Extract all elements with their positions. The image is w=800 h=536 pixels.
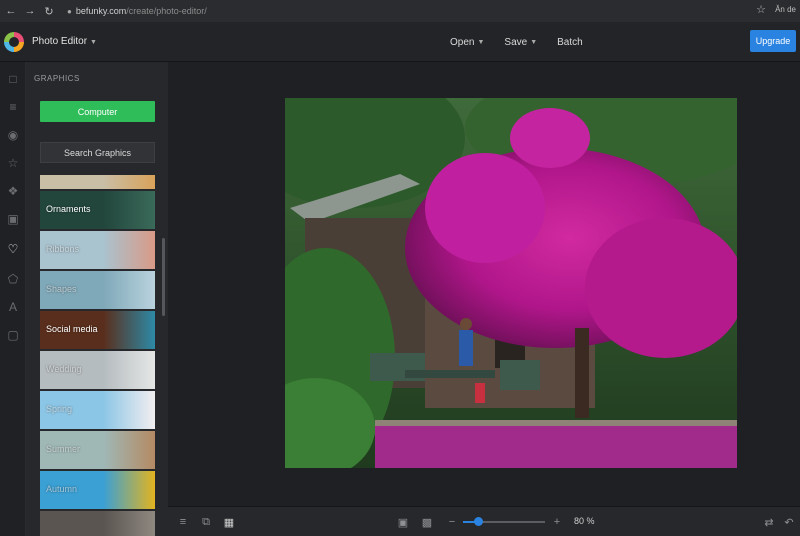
zoom-in-icon[interactable]: + [550, 515, 564, 529]
url-path: /create/photo-editor/ [126, 6, 207, 16]
heart-icon[interactable]: ♡ [6, 242, 20, 256]
text-icon[interactable]: A [6, 300, 20, 314]
batch-label: Batch [557, 36, 583, 48]
graphics-category[interactable]: Wedding [40, 351, 155, 389]
panel-scrollbar[interactable] [162, 238, 165, 316]
repeat-icon[interactable]: ⇄ [762, 515, 776, 529]
graphics-category[interactable] [40, 511, 155, 536]
graphics-category-label: Social media [46, 324, 98, 334]
befunky-logo-icon[interactable] [4, 31, 24, 52]
texture-icon[interactable]: ▣ [6, 212, 20, 226]
graphics-category-label: Autumn [46, 484, 78, 494]
graphics-panel: GRAPHICS Computer Search Graphics Orname… [26, 62, 168, 536]
panel-title: GRAPHICS [34, 74, 80, 83]
reload-icon[interactable]: ↻ [41, 3, 57, 19]
batch-menu[interactable]: Batch [557, 37, 583, 48]
open-label: Open [450, 36, 475, 48]
chevron-down-icon: ▼ [530, 38, 538, 46]
graphics-category-label: Wedding [46, 364, 82, 374]
top-menu: Open ▼ Save ▼ Batch [450, 22, 583, 62]
chevron-down-icon: ▼ [90, 39, 97, 46]
shape-icon[interactable]: ⬠ [6, 272, 20, 286]
zoom-slider[interactable] [463, 517, 545, 526]
app-title-dropdown[interactable]: Photo Editor ▼ [32, 36, 97, 47]
back-arrow-icon[interactable]: ← [3, 3, 19, 19]
photo-artwork [285, 98, 737, 468]
open-menu[interactable]: Open ▼ [450, 37, 484, 48]
layers-icon[interactable]: □ [6, 72, 20, 86]
zoom-out-icon[interactable]: − [445, 515, 459, 529]
graphics-category-label: Summer [46, 444, 81, 454]
editor-canvas [168, 62, 800, 506]
layout-icon[interactable]: ▢ [6, 328, 20, 342]
eye-icon[interactable]: ◉ [6, 128, 20, 142]
url-host: befunky.com [75, 6, 127, 16]
app-title: Photo Editor [32, 36, 88, 47]
star-icon[interactable]: ☆ [6, 156, 20, 170]
save-label: Save [504, 36, 528, 48]
graphics-category-label: Ribbons [46, 244, 80, 254]
graphics-category[interactable]: Social media [40, 311, 155, 349]
history-icon[interactable]: ▦ [222, 515, 236, 529]
photo-image[interactable] [285, 98, 737, 468]
graphics-category[interactable]: Shapes [40, 271, 155, 309]
graphics-category-label: Ornaments [46, 204, 91, 214]
graphics-category[interactable]: Ribbons [40, 231, 155, 269]
zoom-slider-knob[interactable] [473, 517, 483, 526]
profile-label[interactable]: Ăn de [775, 5, 796, 14]
graphics-category[interactable]: Summer [40, 431, 155, 469]
frame-icon[interactable]: ❖ [6, 184, 20, 198]
graphics-category[interactable]: Spring [40, 391, 155, 429]
undo-icon[interactable]: ↶ [782, 515, 796, 529]
tool-rail: □ ≡ ◉ ☆ ❖ ▣ ♡ ⬠ A ▢ [0, 62, 26, 536]
graphics-category[interactable]: Ornaments [40, 191, 155, 229]
graphics-category[interactable]: Autumn [40, 471, 155, 509]
graphics-category[interactable] [40, 175, 155, 189]
compare-icon[interactable]: ⧉ [199, 515, 213, 529]
browser-toolbar: ← → ↻ ● befunky.com/create/photo-editor/… [0, 0, 800, 22]
graphics-category-label: Spring [46, 404, 73, 414]
lock-icon: ● [67, 6, 72, 16]
zoom-value: 80 % [574, 516, 595, 526]
fit-screen-icon[interactable]: ▣ [396, 515, 410, 529]
app-header: Photo Editor ▼ Open ▼ Save ▼ Batch Upgrade [0, 22, 800, 62]
graphics-category-label: Shapes [46, 284, 77, 294]
forward-arrow-icon[interactable]: → [22, 3, 38, 19]
search-graphics-button[interactable]: Search Graphics [40, 142, 155, 163]
address-bar[interactable]: befunky.com/create/photo-editor/ [76, 6, 207, 16]
layers-stack-icon[interactable]: ≡ [176, 515, 190, 529]
computer-button[interactable]: Computer [40, 101, 155, 122]
category-list: Ornaments Ribbons Shapes Social media Weddin… [40, 175, 155, 536]
chevron-down-icon: ▼ [477, 38, 485, 46]
upgrade-button[interactable]: Upgrade [750, 30, 796, 52]
adjust-icon[interactable]: ≡ [6, 100, 20, 114]
actual-size-icon[interactable]: ▩ [420, 515, 434, 529]
save-menu[interactable]: Save ▼ [504, 37, 537, 48]
bottom-toolbar: ≡ ⧉ ▦ ▣ ▩ − + 80 % ⇄ ↶ [168, 506, 800, 536]
bookmark-star-icon[interactable]: ☆ [756, 3, 766, 16]
